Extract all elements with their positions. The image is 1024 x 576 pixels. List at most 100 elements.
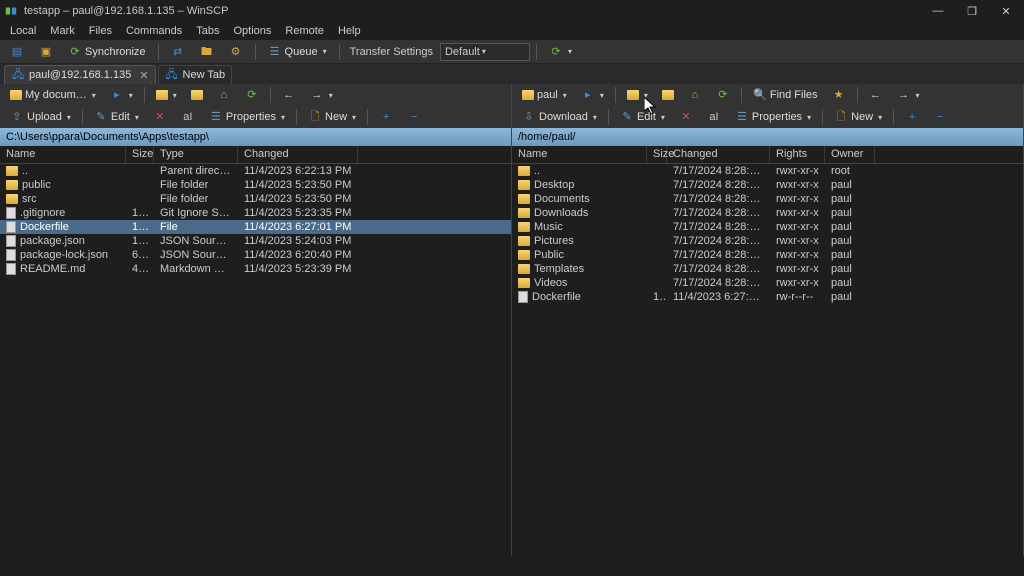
remote-file-list[interactable]: ..7/17/2024 8:28:42 PMrwxr-xr-xrootDeskt… xyxy=(512,164,1023,556)
browse-btn[interactable]: 🖿 xyxy=(194,43,220,61)
local-delete-btn[interactable]: ✕ xyxy=(147,108,173,126)
table-row[interactable]: publicFile folder11/4/2023 5:23:50 PM xyxy=(0,178,511,192)
minimize-button[interactable]: — xyxy=(930,5,946,18)
table-row[interactable]: ..Parent directory11/4/2023 6:22:13 PM xyxy=(0,164,511,178)
remote-header[interactable]: Name Size Changed Rights Owner xyxy=(512,146,1023,164)
download-btn[interactable]: ⇩Download xyxy=(516,108,603,126)
folder-pair-btn[interactable]: ▣ xyxy=(33,43,59,61)
queue-btn[interactable]: ☰Queue xyxy=(262,43,333,61)
table-row[interactable]: README.md4 KBMarkdown Source …11/4/2023 … xyxy=(0,262,511,276)
table-row[interactable]: Dockerfile1 KB11/4/2023 6:27:01 PMrw-r--… xyxy=(512,290,1023,304)
menu-help[interactable]: Help xyxy=(332,25,367,37)
tab-new[interactable]: 🖧 New Tab xyxy=(158,65,233,84)
local-switch-btn[interactable]: ▸ xyxy=(104,86,139,104)
table-row[interactable]: Videos7/17/2024 8:28:46 PMrwxr-xr-xpaul xyxy=(512,276,1023,290)
upload-btn[interactable]: ⇧Upload xyxy=(4,108,77,126)
remote-plus-btn[interactable]: + xyxy=(899,108,925,126)
remote-home-btn[interactable]: ⌂ xyxy=(682,86,708,104)
remote-navbar: paul ▸ ⌂ ⟳ 🔍Find Files ★ ← → xyxy=(512,84,1023,106)
local-navbar: My docum… ▸ ⌂ ⟳ ← → xyxy=(0,84,511,106)
local-root-btn[interactable] xyxy=(185,88,209,102)
synchronize-btn[interactable]: ⟳Synchronize xyxy=(62,43,152,61)
file-icon xyxy=(6,235,16,247)
remote-back-btn[interactable]: ← xyxy=(863,86,889,104)
refresh-remote-btn[interactable]: ⟳ xyxy=(543,43,578,61)
folder-icon xyxy=(10,90,22,100)
find-files-btn[interactable]: 🔍Find Files xyxy=(747,86,824,104)
remote-new-btn[interactable]: 🗋New xyxy=(828,108,888,126)
folder-icon xyxy=(518,278,530,288)
remote-minus-btn[interactable]: − xyxy=(927,108,953,126)
folder-icon xyxy=(518,236,530,246)
table-row[interactable]: Documents7/17/2024 8:28:46 PMrwxr-xr-xpa… xyxy=(512,192,1023,206)
local-refresh-btn[interactable]: ⟳ xyxy=(239,86,265,104)
table-row[interactable]: Desktop7/17/2024 8:28:46 PMrwxr-xr-xpaul xyxy=(512,178,1023,192)
remote-delete-btn[interactable]: ✕ xyxy=(673,108,699,126)
table-row[interactable]: Music7/17/2024 8:28:46 PMrwxr-xr-xpaul xyxy=(512,220,1023,234)
tab-session[interactable]: 🖧 paul@192.168.1.135 ✕ xyxy=(4,65,156,84)
local-plus-btn[interactable]: + xyxy=(373,108,399,126)
local-fwd-btn[interactable]: → xyxy=(304,86,339,104)
table-row[interactable]: Downloads7/17/2024 8:28:46 PMrwxr-xr-xpa… xyxy=(512,206,1023,220)
toggle-btn-1[interactable]: ⇄ xyxy=(165,43,191,61)
local-drive-combo[interactable]: My docum… xyxy=(4,87,102,103)
remote-rename-btn[interactable]: aI xyxy=(701,108,727,126)
table-row[interactable]: Pictures7/17/2024 8:28:46 PMrwxr-xr-xpau… xyxy=(512,234,1023,248)
new-tab-icon: 🖧 xyxy=(165,68,179,82)
menu-remote[interactable]: Remote xyxy=(279,25,330,37)
remote-actionbar: ⇩Download ✎Edit ✕ aI ☰Properties 🗋New + … xyxy=(512,106,1023,128)
table-row[interactable]: srcFile folder11/4/2023 5:23:50 PM xyxy=(0,192,511,206)
remote-refresh-btn[interactable]: ⟳ xyxy=(710,86,736,104)
menu-tabs[interactable]: Tabs xyxy=(190,25,225,37)
remote-properties-btn[interactable]: ☰Properties xyxy=(729,108,817,126)
local-minus-btn[interactable]: − xyxy=(401,108,427,126)
folder-icon xyxy=(6,180,18,190)
local-rename-btn[interactable]: aI xyxy=(175,108,201,126)
local-edit-btn[interactable]: ✎Edit xyxy=(88,108,145,126)
maximize-button[interactable]: ❐ xyxy=(964,5,980,18)
menu-mark[interactable]: Mark xyxy=(44,25,80,37)
local-path[interactable]: C:\Users\ppara\Documents\Apps\testapp\ xyxy=(0,128,511,146)
remote-switch-btn[interactable]: ▸ xyxy=(575,86,610,104)
table-row[interactable]: package.json1 KBJSON Source File11/4/202… xyxy=(0,234,511,248)
panes-container: My docum… ▸ ⌂ ⟳ ← → ⇧Upload ✎Edit ✕ aI ☰… xyxy=(0,84,1024,556)
table-row[interactable]: ..7/17/2024 8:28:42 PMrwxr-xr-xroot xyxy=(512,164,1023,178)
remote-bookmark-btn[interactable]: ★ xyxy=(826,86,852,104)
remote-drive-combo[interactable]: paul xyxy=(516,87,573,103)
table-row[interactable]: .gitignore1 KBGit Ignore Source F…11/4/2… xyxy=(0,206,511,220)
transfer-preset-combo[interactable]: Default xyxy=(440,43,530,61)
address-book-btn[interactable]: ▤ xyxy=(4,43,30,61)
table-row[interactable]: Public7/17/2024 8:28:46 PMrwxr-xr-xpaul xyxy=(512,248,1023,262)
table-row[interactable]: package-lock.json684 KBJSON Source File1… xyxy=(0,248,511,262)
local-header[interactable]: Name Size Type Changed xyxy=(0,146,511,164)
remote-up-btn[interactable] xyxy=(621,88,654,102)
close-button[interactable]: ✕ xyxy=(998,5,1014,18)
remote-path[interactable]: /home/paul/ xyxy=(512,128,1023,146)
tab-close-icon[interactable]: ✕ xyxy=(139,69,148,82)
settings-btn[interactable]: ⚙ xyxy=(223,43,249,61)
local-actionbar: ⇧Upload ✎Edit ✕ aI ☰Properties 🗋New + − xyxy=(0,106,511,128)
folder-icon xyxy=(518,264,530,274)
folder-icon xyxy=(518,222,530,232)
local-properties-btn[interactable]: ☰Properties xyxy=(203,108,291,126)
local-home-btn[interactable]: ⌂ xyxy=(211,86,237,104)
file-icon xyxy=(6,221,16,233)
remote-fwd-btn[interactable]: → xyxy=(891,86,926,104)
table-row[interactable]: Dockerfile1 KBFile11/4/2023 6:27:01 PM xyxy=(0,220,511,234)
folder-icon xyxy=(518,166,530,176)
local-back-btn[interactable]: ← xyxy=(276,86,302,104)
folder-icon xyxy=(518,180,530,190)
local-new-btn[interactable]: 🗋New xyxy=(302,108,362,126)
table-row[interactable]: Templates7/17/2024 8:28:46 PMrwxr-xr-xpa… xyxy=(512,262,1023,276)
menu-commands[interactable]: Commands xyxy=(120,25,188,37)
connected-icon: 🖧 xyxy=(11,68,25,82)
menu-options[interactable]: Options xyxy=(227,25,277,37)
remote-root-btn[interactable] xyxy=(656,88,680,102)
menu-local[interactable]: Local xyxy=(4,25,42,37)
local-file-list[interactable]: ..Parent directory11/4/2023 6:22:13 PMpu… xyxy=(0,164,511,556)
menu-files[interactable]: Files xyxy=(83,25,118,37)
local-pane: My docum… ▸ ⌂ ⟳ ← → ⇧Upload ✎Edit ✕ aI ☰… xyxy=(0,84,512,556)
remote-edit-btn[interactable]: ✎Edit xyxy=(614,108,671,126)
local-up-btn[interactable] xyxy=(150,88,183,102)
folder-icon xyxy=(518,250,530,260)
